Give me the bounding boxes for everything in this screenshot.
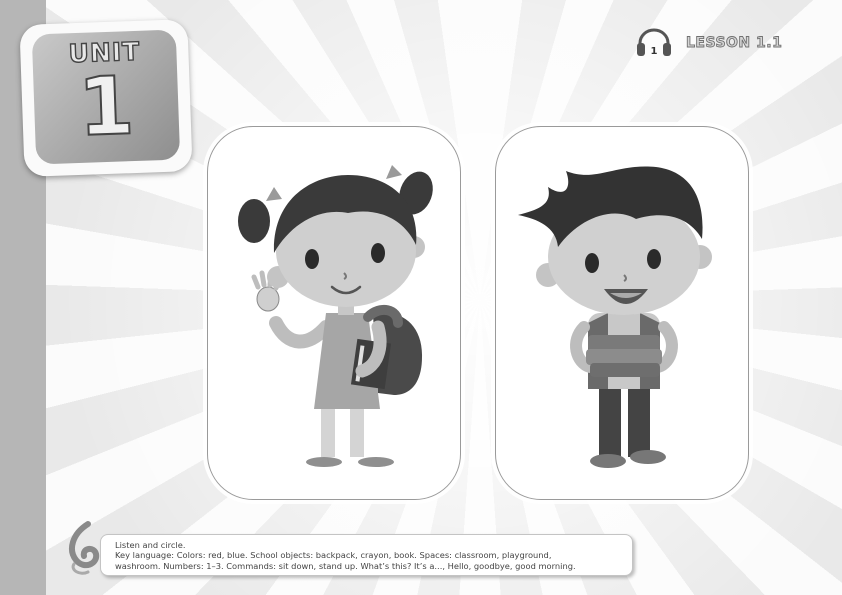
key-language-line-2: washroom. Numbers: 1–3. Commands: sit do… <box>115 560 576 571</box>
boy-flashcard[interactable] <box>495 126 749 500</box>
headphones-icon[interactable]: 1 <box>636 28 672 58</box>
publisher-logo <box>69 521 100 575</box>
girl-illustration <box>238 165 433 467</box>
key-language-line-1: Key language: Colors: red, blue. School … <box>115 550 552 561</box>
unit-badge: UNIT 1 <box>19 19 193 177</box>
unit-number: 1 <box>76 58 137 155</box>
girl-flashcard[interactable] <box>207 126 461 500</box>
instructions-title: Listen and circle. <box>115 540 186 550</box>
instructions-box: Listen and circle. Key language: Colors:… <box>100 534 633 576</box>
lesson-label: LESSON 1.1 <box>686 35 783 52</box>
audio-track-number: 1 <box>651 46 658 57</box>
boy-illustration <box>518 166 712 468</box>
unit-badge-inner: UNIT 1 <box>31 29 181 165</box>
lesson-header: 1 LESSON 1.1 <box>636 28 782 58</box>
